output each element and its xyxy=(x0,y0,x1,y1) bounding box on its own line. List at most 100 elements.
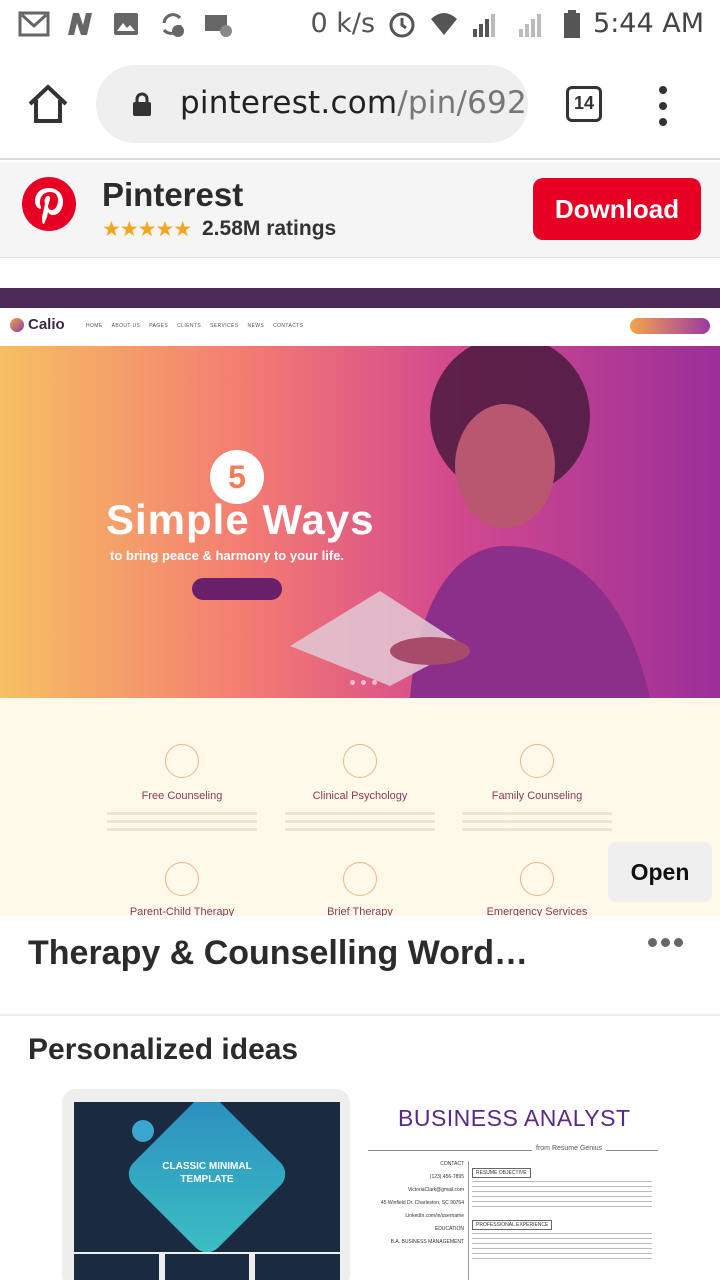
app-install-banner: Pinterest ★★★★★ 2.58M ratings Download xyxy=(0,162,720,258)
service-icon xyxy=(343,862,377,896)
gmail-icon xyxy=(18,11,50,37)
site-menu-item: PAGES xyxy=(149,323,169,329)
resume-left-label: CONTACT xyxy=(440,1161,464,1167)
resume-body: RESUME OBJECTIVE PROFESSIONAL EXPERIENCE xyxy=(472,1161,652,1265)
signal-2-icon xyxy=(519,13,542,37)
lock-icon xyxy=(133,92,151,116)
site-menu-item: NEWS xyxy=(247,323,265,329)
browser-toolbar: pinterest.com/pin/6927 14 xyxy=(0,50,720,160)
idea-card[interactable]: BUSINESS ANALYST from Resume Genius CONT… xyxy=(368,1089,664,1280)
signal-icon xyxy=(473,13,496,37)
service-name: Emergency Services xyxy=(486,906,588,916)
resume-text-lines xyxy=(472,1181,652,1207)
service-icon xyxy=(520,744,554,778)
service-item: Brief Therapy xyxy=(270,862,450,916)
status-indicators: 0 k/s 5:44 AM xyxy=(310,8,704,39)
rating-stars: ★★★★★ xyxy=(102,218,192,241)
open-button[interactable]: Open xyxy=(608,842,712,902)
pin-image[interactable]: Calio HOME ABOUT US PAGES CLIENTS SERVIC… xyxy=(0,288,720,916)
pinterest-logo-icon xyxy=(22,177,76,231)
service-name: Brief Therapy xyxy=(327,906,393,916)
site-nav: Calio HOME ABOUT US PAGES CLIENTS SERVIC… xyxy=(0,308,720,346)
site-logo-mark xyxy=(10,317,24,332)
site-menu-item: ABOUT US xyxy=(111,323,141,329)
idea-card[interactable]: CLASSIC MINIMAL TEMPLATE xyxy=(62,1089,350,1280)
idea-card-slides xyxy=(74,1254,341,1280)
alarm-icon xyxy=(389,12,415,37)
resume-left-label: (123) 456-7895 xyxy=(429,1174,464,1180)
resume-section-heading: PROFESSIONAL EXPERIENCE xyxy=(472,1220,553,1230)
ratings-count: 2.58M ratings xyxy=(202,217,337,240)
service-description xyxy=(107,812,257,836)
hero-appointment-button xyxy=(192,578,282,600)
download-button[interactable]: Download xyxy=(533,178,701,240)
clock: 5:44 AM xyxy=(593,8,704,39)
url-path: /pin/6927 xyxy=(397,85,528,121)
idea-card-text: CLASSIC MINIMAL TEMPLATE xyxy=(74,1160,340,1186)
site-menu: HOME ABOUT US PAGES CLIENTS SERVICES NEW… xyxy=(86,323,303,329)
site-logo: Calio xyxy=(10,316,65,333)
notification-icons xyxy=(18,9,234,39)
resume-left-label: B.A. BUSINESS MANAGEMENT xyxy=(390,1239,464,1245)
resume-left-label: 45 Winfield Dr. Charleston, SC 90764 xyxy=(380,1200,464,1206)
site-menu-item: CONTACTS xyxy=(273,323,304,329)
service-description xyxy=(462,812,612,836)
slider-dots xyxy=(350,680,377,685)
site-top-strip xyxy=(0,288,720,308)
service-item: Free Counseling xyxy=(92,744,272,836)
service-icon xyxy=(165,862,199,896)
service-icon xyxy=(343,744,377,778)
service-description xyxy=(285,812,435,836)
overflow-menu-icon[interactable] xyxy=(652,84,674,128)
service-name: Clinical Psychology xyxy=(312,790,408,802)
resume-left-label: LinkedIn.com/in/username xyxy=(405,1213,464,1219)
site-menu-item: HOME xyxy=(86,323,103,329)
site-appointment-button xyxy=(630,318,710,334)
url-bar[interactable]: pinterest.com/pin/6927 xyxy=(96,65,528,143)
network-rate: 0 k/s xyxy=(310,8,376,39)
wifi-icon xyxy=(431,12,458,35)
idea-card-line: CLASSIC MINIMAL xyxy=(162,1161,252,1172)
service-item: Clinical Psychology xyxy=(270,744,450,836)
idea-card-thumbnail: CLASSIC MINIMAL TEMPLATE xyxy=(74,1102,340,1252)
site-logo-text: Calio xyxy=(28,316,65,333)
app-name: Pinterest xyxy=(102,176,244,213)
sync-icon xyxy=(162,13,184,37)
service-item: Family Counseling xyxy=(447,744,627,836)
divider xyxy=(0,1014,720,1016)
mail-settings-icon xyxy=(205,15,232,37)
hero-subtitle: to bring peace & harmony to your life. xyxy=(110,548,345,563)
url-host: pinterest.com xyxy=(180,85,398,121)
site-menu-item: SERVICES xyxy=(210,323,239,329)
tab-switcher-button[interactable]: 14 xyxy=(566,86,602,122)
resume-title: BUSINESS ANALYST xyxy=(398,1105,631,1131)
more-options-icon[interactable] xyxy=(648,938,688,954)
service-name: Parent-Child Therapy xyxy=(129,906,235,916)
resume-source: from Resume Genius xyxy=(532,1145,607,1152)
battery-icon xyxy=(564,9,581,38)
idea-card-line: TEMPLATE xyxy=(180,1174,234,1185)
service-icon xyxy=(520,862,554,896)
hero-banner: 5 Simple Ways to bring peace & harmony t… xyxy=(0,346,720,698)
service-name: Free Counseling xyxy=(141,790,223,802)
gallery-icon xyxy=(114,13,138,35)
news-app-icon xyxy=(68,13,92,35)
service-name: Family Counseling xyxy=(491,790,583,802)
personalized-ideas-heading: Personalized ideas xyxy=(28,1033,299,1066)
site-menu-item: CLIENTS xyxy=(177,323,202,329)
url-text: pinterest.com/pin/6927 xyxy=(180,85,528,121)
service-item: Parent-Child Therapy xyxy=(92,862,272,916)
decorative-circle xyxy=(132,1120,154,1142)
service-icon xyxy=(165,744,199,778)
status-bar: 0 k/s 5:44 AM xyxy=(0,0,720,50)
home-icon[interactable] xyxy=(26,82,70,126)
resume-left-column: CONTACT (123) 456-7895 VictoriaClark@gma… xyxy=(368,1161,464,1252)
resume-text-lines xyxy=(472,1233,652,1259)
resume-section-heading: RESUME OBJECTIVE xyxy=(472,1168,531,1178)
service-item: Emergency Services xyxy=(447,862,627,916)
resume-left-label: EDUCATION xyxy=(434,1226,464,1232)
pin-title: Therapy & Counselling Word… xyxy=(28,934,528,972)
hero-title: Simple Ways xyxy=(106,496,375,543)
resume-left-label: VictoriaClark@gmail.com xyxy=(407,1187,464,1193)
resume-divider xyxy=(468,1161,469,1280)
